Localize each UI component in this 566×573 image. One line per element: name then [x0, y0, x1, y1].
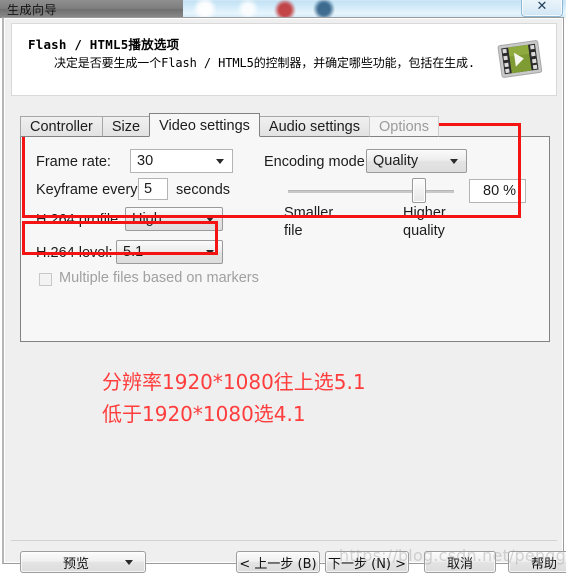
h264-profile-label: H.264 profile:	[36, 212, 123, 228]
tab-audio-settings[interactable]: Audio settings	[258, 116, 370, 137]
close-icon: ✕	[536, 0, 548, 14]
page-subtitle: 决定是否要生成一个Flash / HTML5的控制器，并确定哪些功能，包括在生成…	[54, 56, 476, 70]
chevron-down-icon	[206, 250, 214, 255]
h264-profile-combobox[interactable]: High	[125, 207, 223, 231]
h264-level-combobox[interactable]: 5.1	[116, 240, 223, 264]
quality-percent-input[interactable]: 80 %	[469, 179, 526, 203]
keyframe-input[interactable]: 5	[138, 178, 168, 200]
h264-level-label: H.264 level:	[36, 245, 113, 261]
keyframe-label: Keyframe every:	[36, 182, 142, 198]
next-button[interactable]: 下一步 (N) >	[325, 551, 409, 573]
h264-profile-value: High	[132, 211, 162, 227]
slider-right-label-line2: quality	[403, 223, 445, 239]
quality-percent-value: 80 %	[483, 183, 517, 199]
back-button[interactable]: < 上一步 (B)	[236, 551, 320, 573]
encoding-mode-label: Encoding mode:	[264, 154, 369, 170]
slider-right-label-line1: Higher	[403, 205, 446, 221]
video-settings-panel: Frame rate: 30 Keyframe every: 5 seconds…	[20, 136, 550, 342]
preview-button[interactable]: 预览	[20, 551, 146, 573]
cancel-button[interactable]: 取消	[424, 551, 496, 573]
multiple-files-label: Multiple files based on markers	[59, 270, 259, 286]
screenshot-root: 生成向导 ✕ Flash / HTML5播放选项 决定是否要生成一个Flash …	[0, 0, 566, 573]
back-label: < 上一步 (B)	[239, 556, 317, 572]
wizard-dialog: Flash / HTML5播放选项 决定是否要生成一个Flash / HTML5…	[2, 17, 566, 573]
tab-controller[interactable]: Controller	[20, 116, 103, 137]
keyframe-unit-label: seconds	[176, 182, 231, 198]
annotation-note-line1: 分辨率1920*1080往上选5.1	[102, 370, 366, 394]
slider-left-label-line1: Smaller	[284, 205, 334, 221]
quality-slider-thumb[interactable]	[412, 178, 426, 203]
preview-label: 预览	[62, 556, 89, 572]
encoding-mode-value: Quality	[373, 153, 419, 169]
tab-options: Options	[369, 116, 439, 137]
help-button[interactable]: 帮助	[508, 551, 566, 573]
encoding-mode-combobox[interactable]: Quality	[366, 149, 467, 173]
chevron-down-icon	[206, 217, 214, 222]
taskbar-title: 生成向导	[7, 3, 58, 17]
tab-video-settings[interactable]: Video settings	[149, 113, 260, 137]
tab-strip: Controller Size Video settings Audio set…	[20, 113, 439, 137]
frame-rate-label: Frame rate:	[36, 154, 111, 170]
dialog-header: Flash / HTML5播放选项 决定是否要生成一个Flash / HTML5…	[11, 23, 557, 96]
frame-rate-combobox[interactable]: 30	[130, 149, 233, 173]
cancel-label: 取消	[446, 556, 473, 572]
frame-rate-value: 30	[137, 153, 154, 169]
page-title: Flash / HTML5播放选项	[28, 37, 180, 52]
tab-size[interactable]: Size	[101, 116, 151, 137]
keyframe-value: 5	[144, 181, 153, 197]
help-label: 帮助	[530, 556, 557, 572]
close-button[interactable]: ✕	[521, 0, 563, 17]
chevron-down-icon	[125, 560, 133, 565]
h264-level-value: 5.1	[123, 244, 144, 260]
quality-slider-track[interactable]	[288, 190, 454, 193]
chevron-down-icon	[216, 159, 224, 164]
annotation-note-line2: 低于1920*1080选4.1	[102, 402, 306, 426]
chevron-down-icon	[450, 159, 458, 164]
slider-left-label-line2: file	[284, 223, 303, 239]
footer-divider	[11, 540, 557, 541]
next-label: 下一步 (N) >	[327, 556, 407, 572]
multiple-files-checkbox[interactable]	[39, 273, 52, 286]
video-file-icon	[494, 35, 546, 85]
